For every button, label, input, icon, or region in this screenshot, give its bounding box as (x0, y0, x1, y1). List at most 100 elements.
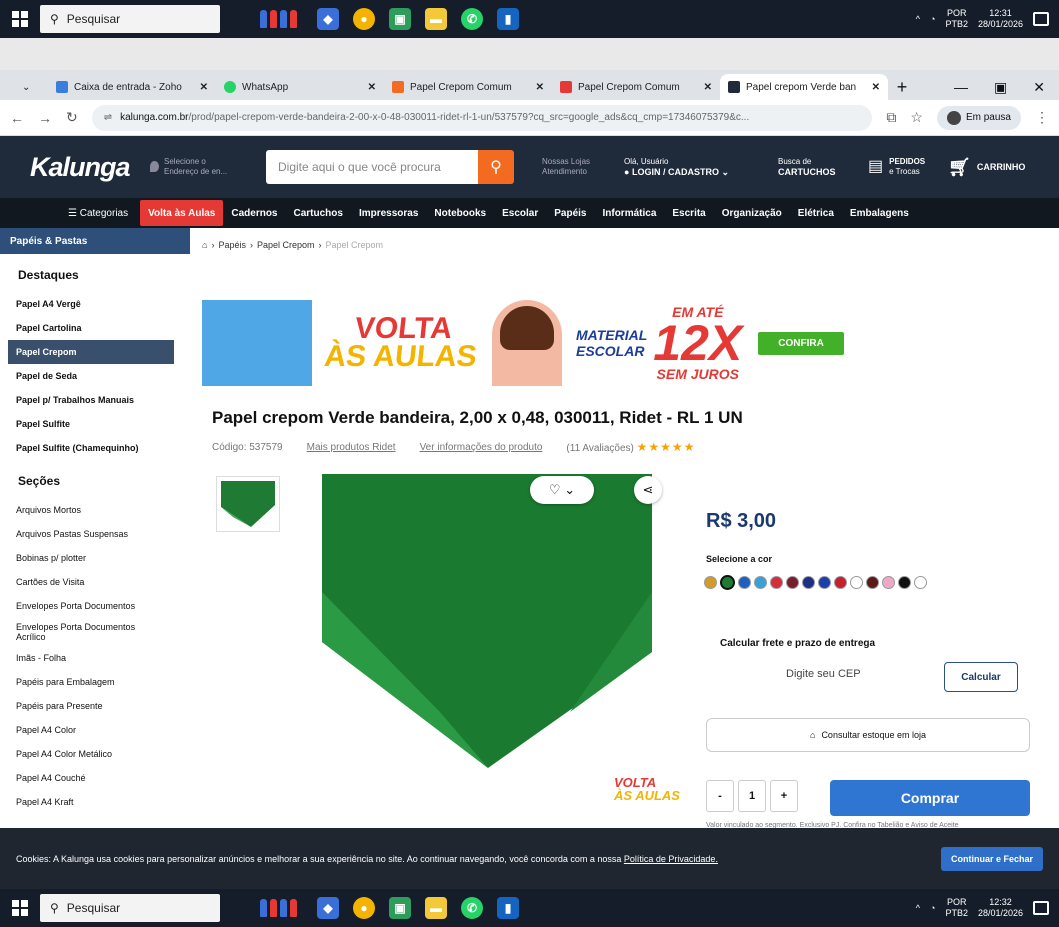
delivery-location[interactable]: Selecione o Endereço de en... (148, 157, 256, 177)
menu-papeis[interactable]: Papéis (546, 198, 594, 228)
chrome-app-icon[interactable]: ● (353, 897, 375, 919)
color-swatch[interactable] (770, 576, 783, 589)
cep-input[interactable]: Digite seu CEP (786, 668, 861, 680)
buy-button[interactable]: Comprar (830, 780, 1030, 816)
close-icon[interactable]: ✕ (872, 82, 880, 93)
cart-link[interactable]: 🛒︎ CARRINHO (948, 157, 1025, 178)
menu-organizacao[interactable]: Organização (714, 198, 790, 228)
more-menu-icon[interactable]: ⋮ (1035, 109, 1049, 126)
wifi-icon[interactable]: ◔ (930, 14, 935, 24)
sidebar-item-presente[interactable]: Papéis para Presente (0, 694, 190, 718)
sidebar-header[interactable]: Papéis & Pastas (0, 228, 190, 254)
copilot-app-icon[interactable]: ◆ (317, 897, 339, 919)
color-swatch[interactable] (738, 576, 751, 589)
privacy-link[interactable]: Política de Privacidade. (624, 854, 718, 864)
menu-categories[interactable]: ☰ Categorias (60, 198, 140, 228)
maximize-icon[interactable]: ▣ (994, 74, 1007, 100)
sidebar-item-seda[interactable]: Papel de Seda (0, 364, 190, 388)
sidebar-item-a4-couche[interactable]: Papel A4 Couché (0, 766, 190, 790)
language-indicator[interactable]: POR PTB2 (945, 8, 968, 30)
office-app-icon[interactable]: ▮ (497, 8, 519, 30)
sidebar-item-a4-kraft[interactable]: Papel A4 Kraft (0, 790, 190, 814)
favorite-button[interactable]: ♡ ⌄ (530, 476, 594, 504)
breadcrumb-item[interactable]: Papel Crepom (257, 240, 315, 250)
menu-eletrica[interactable]: Elétrica (790, 198, 842, 228)
search-button[interactable]: ⚲ (478, 150, 514, 184)
reviews-link[interactable]: (11 Avaliações) (566, 443, 633, 454)
color-swatch[interactable] (818, 576, 831, 589)
store-app-icon[interactable]: ▣ (389, 897, 411, 919)
sidebar-item-arquivos-mortos[interactable]: Arquivos Mortos (0, 498, 190, 522)
color-swatch[interactable] (720, 575, 735, 590)
close-icon[interactable]: ✕ (200, 82, 208, 93)
stores-link[interactable]: Nossas Lojas Atendimento (542, 157, 612, 177)
tab-kalunga[interactable]: Papel crepom Verde ban ✕ (720, 74, 888, 100)
site-info-icon[interactable]: ⇌ (104, 112, 112, 123)
more-products-link[interactable]: Mais produtos Ridet (307, 442, 396, 453)
reload-icon[interactable]: ↻ (66, 109, 78, 126)
store-app-icon[interactable]: ▣ (389, 8, 411, 30)
tab-crepom-2[interactable]: Papel Crepom Comum ✕ (552, 74, 720, 100)
breadcrumb-item[interactable]: Papéis (218, 240, 246, 250)
tab-zoho[interactable]: Caixa de entrada - Zoho ✕ (48, 74, 216, 100)
qty-minus-button[interactable]: - (706, 780, 734, 812)
color-swatch[interactable] (704, 576, 717, 589)
color-swatch[interactable] (802, 576, 815, 589)
whatsapp-app-icon[interactable]: ✆ (461, 8, 483, 30)
user-login[interactable]: Olá, Usuário ● LOGIN / CADASTRO ⌄ (624, 156, 774, 178)
color-swatch[interactable] (754, 576, 767, 589)
sidebar-item-bobinas[interactable]: Bobinas p/ plotter (0, 546, 190, 570)
taskbar-search[interactable]: ⚲ Pesquisar (40, 5, 220, 33)
language-indicator[interactable]: POR PTB2 (945, 897, 968, 919)
menu-volta-aulas[interactable]: Volta às Aulas (140, 200, 224, 226)
profile-paused-button[interactable]: Em pausa (936, 105, 1021, 130)
sidebar-item-a4-metalico[interactable]: Papel A4 Color Metálico (0, 742, 190, 766)
notification-icon[interactable] (1033, 12, 1049, 26)
office-app-icon[interactable]: ▮ (497, 897, 519, 919)
cartridge-search-link[interactable]: Busca de CARTUCHOS (778, 157, 868, 178)
close-icon[interactable]: ✕ (536, 82, 544, 93)
home-icon[interactable]: ⌂ (202, 240, 207, 250)
chevron-up-icon[interactable]: ^ (916, 903, 920, 913)
color-swatch[interactable] (882, 576, 895, 589)
sidebar-item-embalagem[interactable]: Papéis para Embalagem (0, 670, 190, 694)
color-swatch[interactable] (850, 576, 863, 589)
clock[interactable]: 12:32 28/01/2026 (978, 897, 1023, 919)
sidebar-item-crepom[interactable]: Papel Crepom (8, 340, 174, 364)
notification-icon[interactable] (1033, 901, 1049, 915)
color-swatch[interactable] (834, 576, 847, 589)
sidebar-item-trabalhos-manuais[interactable]: Papel p/ Trabalhos Manuais (0, 388, 190, 412)
promo-banner[interactable]: VOLTA ÀS AULAS MATERIAL ESCOLAR EM ATÉ 12X S… (202, 300, 892, 386)
stock-check-button[interactable]: ⌂ Consultar estoque em loja (706, 718, 1030, 752)
orders-link[interactable]: ▤ PEDIDOS e Trocas (868, 157, 948, 177)
sidebar-item-cartolina[interactable]: Papel Cartolina (0, 316, 190, 340)
menu-informatica[interactable]: Informática (594, 198, 664, 228)
close-icon[interactable]: ✕ (704, 82, 712, 93)
copilot-app-icon[interactable]: ◆ (317, 8, 339, 30)
new-tab-button[interactable]: + (888, 74, 916, 100)
tab-crepom-1[interactable]: Papel Crepom Comum ✕ (384, 74, 552, 100)
clock[interactable]: 12:31 28/01/2026 (978, 8, 1023, 30)
taskbar-search[interactable]: ⚲ Pesquisar (40, 894, 220, 922)
color-swatch[interactable] (866, 576, 879, 589)
sidebar-item-chamequinho[interactable]: Papel Sulfite (Chamequinho) (0, 436, 190, 460)
folder-app-icon[interactable]: ▬ (425, 8, 447, 30)
menu-impressoras[interactable]: Impressoras (351, 198, 426, 228)
cookie-accept-button[interactable]: Continuar e Fechar (940, 846, 1043, 871)
calculate-button[interactable]: Calcular (944, 662, 1018, 692)
search-input[interactable]: Digite aqui o que você procura (266, 150, 478, 184)
bookmark-star-icon[interactable]: ☆ (910, 109, 923, 126)
sidebar-item-cartoes[interactable]: Cartões de Visita (0, 570, 190, 594)
product-thumbnail[interactable] (216, 476, 280, 532)
whatsapp-app-icon[interactable]: ✆ (461, 897, 483, 919)
sidebar-item-a4-color[interactable]: Papel A4 Color (0, 718, 190, 742)
close-window-icon[interactable]: ✕ (1033, 74, 1045, 100)
back-icon[interactable]: ← (10, 110, 24, 126)
install-icon[interactable]: ⧉ (886, 109, 896, 126)
sidebar-item-envelopes-acrilico[interactable]: Envelopes Porta Documentos Acrílico (0, 618, 150, 646)
folder-app-icon[interactable]: ▬ (425, 897, 447, 919)
product-image[interactable]: ♡ ⌄ ⋖ (320, 472, 662, 772)
menu-embalagens[interactable]: Embalagens (842, 198, 917, 228)
menu-escolar[interactable]: Escolar (494, 198, 546, 228)
tab-search-button[interactable]: ⌄ (14, 74, 48, 100)
